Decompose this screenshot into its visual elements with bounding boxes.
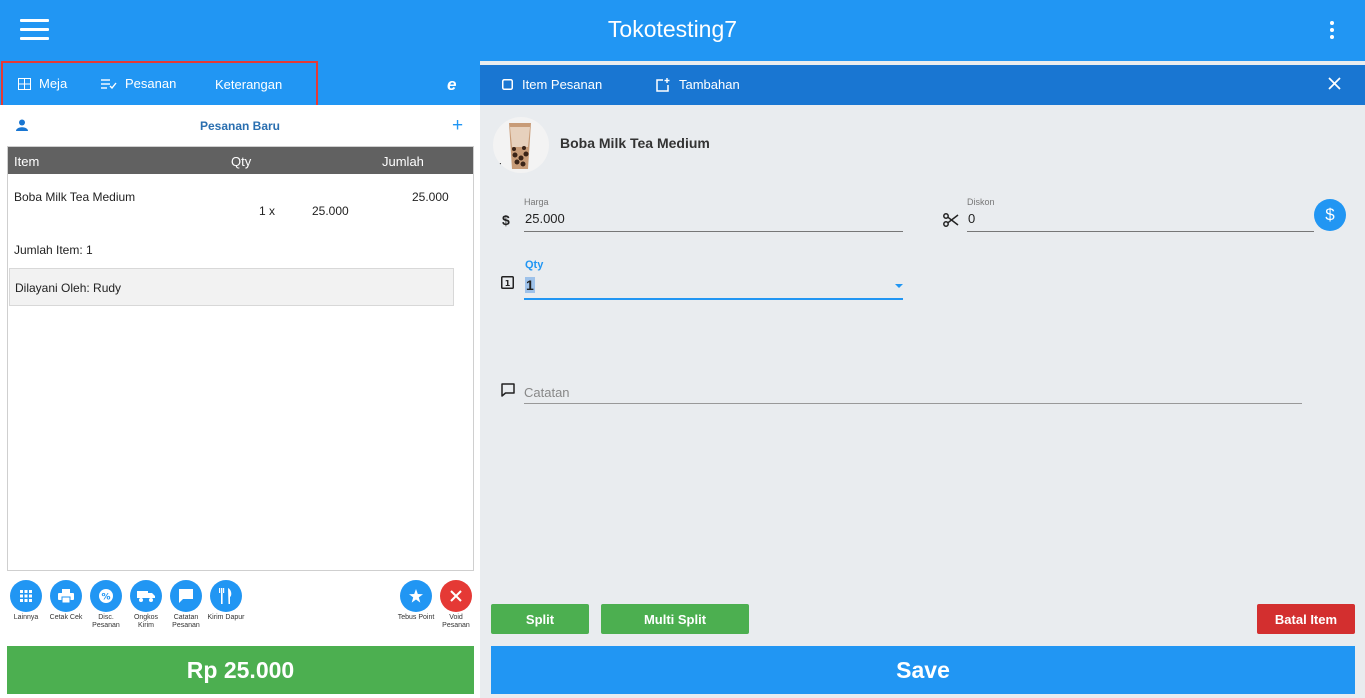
cetak-cek-label: Cetak Cek [49, 614, 83, 621]
close-icon[interactable] [1328, 73, 1341, 96]
tab-meja[interactable]: Meja [18, 76, 67, 91]
currency-button[interactable]: $ [1314, 199, 1346, 231]
cetak-cek-button[interactable]: Cetak Cek [46, 580, 86, 622]
square-icon [502, 79, 513, 90]
tab-pesanan[interactable]: Pesanan [101, 76, 176, 91]
tebus-point-label: Tebus Point [397, 614, 435, 621]
harga-field[interactable]: Harga 25.000 [524, 197, 903, 232]
item-amount: 25.000 [412, 190, 449, 204]
col-jumlah: Jumlah [382, 154, 424, 169]
apps-grid-icon [10, 580, 42, 612]
product-name: Boba Milk Tea Medium [560, 135, 710, 151]
disc-pesanan-label: Disc. Pesanan [92, 614, 120, 629]
catatan-pesanan-button[interactable]: Catatan Pesanan [166, 580, 206, 630]
item-count: Jumlah Item: 1 [14, 243, 93, 257]
order-panel: Pesanan Baru + Item Qty Jumlah Boba Milk… [0, 105, 480, 698]
discount-badge-icon: % [90, 580, 122, 612]
more-options-icon[interactable] [1329, 21, 1335, 41]
batal-item-button[interactable]: Batal Item [1257, 604, 1355, 634]
lainnya-button[interactable]: Lainnya [6, 580, 46, 622]
kirim-dapur-button[interactable]: Kirim Dapur [206, 580, 246, 622]
qty-select[interactable]: 1 [524, 275, 903, 300]
item-name: Boba Milk Tea Medium [14, 190, 136, 204]
order-header-row: Pesanan Baru + [0, 105, 480, 145]
total-pay-button[interactable]: Rp 25.000 [7, 646, 474, 694]
dollar-icon: $ [502, 212, 510, 228]
table-grid-icon [18, 77, 31, 90]
svg-text:1: 1 [505, 279, 511, 288]
tab-keterangan[interactable]: Keterangan [215, 77, 282, 92]
void-pesanan-button[interactable]: Void Pesanan [436, 580, 476, 630]
tab-item-pesanan[interactable]: Item Pesanan [502, 77, 602, 92]
order-list: Item Qty Jumlah Boba Milk Tea Medium 25.… [7, 146, 474, 571]
order-title: Pesanan Baru [199, 119, 281, 133]
ongkos-kirim-button[interactable]: Ongkos Kirim [126, 580, 166, 630]
qty-label: Qty [525, 259, 544, 271]
void-pesanan-label: Void Pesanan [442, 614, 470, 629]
served-by: Dilayani Oleh: Rudy [9, 268, 454, 306]
dollar-icon: $ [1325, 205, 1335, 224]
top-app-bar: Tokotesting7 [0, 0, 1365, 61]
add-icon[interactable]: + [452, 115, 463, 137]
product-image [493, 117, 549, 173]
col-qty: Qty [231, 154, 252, 169]
order-table-header: Item Qty Jumlah [8, 147, 473, 174]
item-qty: 1 x [259, 204, 276, 218]
item-price: 25.000 [312, 204, 349, 218]
save-button[interactable]: Save [491, 646, 1355, 694]
comment-icon [501, 383, 515, 397]
star-icon [400, 580, 432, 612]
left-tab-bar: Meja Pesanan Keterangan e [0, 61, 480, 107]
tab-item-pesanan-label: Item Pesanan [522, 77, 603, 92]
harga-value: 25.000 [524, 207, 903, 232]
tab-meja-label: Meja [39, 76, 68, 91]
qty-value: 1 [525, 277, 535, 293]
add-box-icon [656, 77, 670, 92]
ongkos-kirim-label: Ongkos Kirim [133, 614, 159, 629]
harga-label: Harga [524, 197, 549, 207]
numbered-box-icon: 1 [501, 276, 514, 289]
lainnya-label: Lainnya [13, 614, 39, 621]
scissors-icon [943, 213, 959, 227]
comment-icon [170, 580, 202, 612]
cutlery-icon [210, 580, 242, 612]
disc-pesanan-button[interactable]: % Disc. Pesanan [86, 580, 126, 630]
tab-keterangan-label: Keterangan [215, 77, 283, 92]
list-check-icon [101, 78, 117, 89]
printer-icon [50, 580, 82, 612]
tab-tambahan[interactable]: Tambahan [656, 77, 740, 92]
catatan-pesanan-label: Catatan Pesanan [172, 614, 200, 629]
diskon-label: Diskon [967, 197, 995, 207]
tab-pesanan-label: Pesanan [125, 76, 177, 91]
split-button[interactable]: Split [491, 604, 589, 634]
tebus-point-button[interactable]: Tebus Point [396, 580, 436, 622]
browser-icon[interactable]: e [447, 75, 456, 95]
truck-icon [130, 580, 162, 612]
app-title: Tokotesting7 [607, 16, 738, 42]
diskon-field[interactable]: Diskon 0 [967, 197, 1314, 232]
right-tab-bar: Item Pesanan Tambahan [480, 65, 1365, 105]
close-circle-icon [440, 580, 472, 612]
kirim-dapur-label: Kirim Dapur [207, 614, 245, 621]
multi-split-button[interactable]: Multi Split [601, 604, 749, 634]
tab-tambahan-label: Tambahan [679, 77, 740, 92]
catatan-input[interactable]: Catatan [524, 381, 1302, 404]
chevron-down-icon [895, 284, 903, 288]
diskon-value: 0 [967, 207, 1314, 232]
col-item: Item [14, 154, 40, 169]
svg-text:%: % [101, 593, 110, 603]
